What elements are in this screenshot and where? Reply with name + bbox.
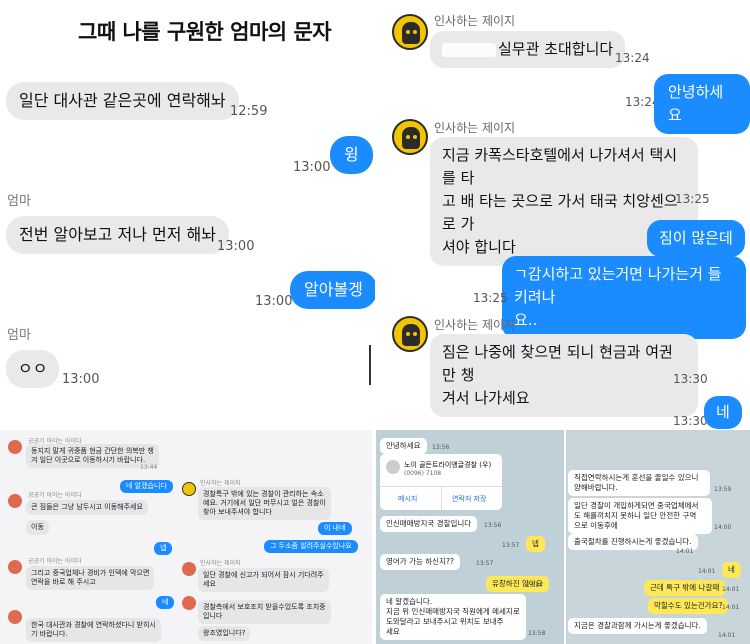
message-bubble: 동지지 말게 귀중품 현금 간단한 의복만 챙겨 일단 이곳으로 이동하시기 바… xyxy=(26,444,159,468)
contact-name: 노이 골든트라이앵글경찰 (우) xyxy=(404,461,492,469)
message-time: 13:44 xyxy=(140,464,158,471)
avatar xyxy=(8,560,22,574)
message-bubble: 그리고 중국업체나 경비가 인덱에 막으면 연락을 바로 해 주시고 xyxy=(26,566,155,590)
message-time: 13:57 xyxy=(502,542,520,549)
message-bubble: 넵 xyxy=(526,536,545,552)
chat-panel-jayji: 인사하는 제이지 실무관 초대합니다 13:24 13:24 안녕하세요 인사하… xyxy=(375,0,750,430)
message-time: 13:25 xyxy=(473,291,508,305)
message-bubble: 한국 대사관과 경찰에 연락하셨다니 받히시 기 바랍니다. xyxy=(26,618,161,642)
message-bubble: 네 xyxy=(704,396,742,429)
sender-name: 엄마 xyxy=(7,328,31,343)
message-bubble: 네 알겠습니다. 지금 위 인신매매방지국 직원에게 메세지로 도와달라고 보내주시… xyxy=(380,594,526,640)
message-bubble: 인신매매방지국 경찰입니다 xyxy=(380,516,478,532)
message-time: 13:00 xyxy=(255,294,293,309)
contact-avatar xyxy=(386,460,400,474)
message-time: 14:01 xyxy=(676,548,694,555)
avatar xyxy=(182,482,196,496)
avatar xyxy=(392,119,428,155)
message-bubble: 안녕하세요 xyxy=(380,438,427,454)
message-time: 12:59 xyxy=(230,104,268,119)
contact-card[interactable]: 노이 골든트라이앵글경찰 (우) (0096) 7108 메시지 연락처 저장 xyxy=(380,454,502,510)
message-time: 13:00 xyxy=(293,160,331,175)
message-bubble: 큰 짐들은 그냥 남두시고 이동해주세요 xyxy=(26,500,148,515)
message-bubble: 알아볼겡 xyxy=(290,271,375,309)
message-bubble: 왕조였입니다? xyxy=(198,626,251,641)
message-time: 13:56 xyxy=(432,444,450,451)
message-bubble: 그 두소좀 알려주실수있나요 xyxy=(264,540,358,553)
avatar xyxy=(182,596,196,610)
avatar xyxy=(392,14,428,50)
avatar xyxy=(8,440,22,454)
sender-name: 엄마 xyxy=(7,194,31,209)
message-time: 14:00 xyxy=(714,524,732,531)
message-time: 13:24 xyxy=(615,51,650,65)
message-bubble: 경찰특구 밖에 있는 경찰이 관리하는 속소 예요. 거기에서 일단 머무시고 얼… xyxy=(198,487,331,520)
message-bubble: 네 xyxy=(156,596,175,609)
message-time: 13:00 xyxy=(217,239,255,254)
message-time: 13:56 xyxy=(484,522,502,529)
avatar xyxy=(182,562,196,576)
message-bubble: 안녕하세요 xyxy=(654,74,750,134)
message-time: 13:57 xyxy=(476,560,494,567)
message-bubble: 짐은 나중에 찾으면 되니 현금과 여권만 챙 겨서 나가세요 xyxy=(430,334,698,417)
redacted-text xyxy=(442,42,496,57)
page-title: 그때 나를 구원한 엄마의 문자 xyxy=(78,20,332,44)
sender-name: 공공기 아이는 아이다 xyxy=(28,492,82,499)
message-bubble: ㄱ감시하고 있는거면 나가는거 들키려나 요.. xyxy=(502,256,746,339)
message-bubble: 일단 대사관 같은곳에 연락해놔 xyxy=(6,82,239,120)
scrollbar[interactable] xyxy=(369,345,371,385)
message-time: 13:59 xyxy=(714,486,732,493)
contact-number: (0096) 7108 xyxy=(404,470,442,477)
message-bubble: 실무관 초대합니다 xyxy=(430,31,626,68)
sender-name: 공공기 아이는 아이다 xyxy=(28,558,82,565)
message-bubble: 짐이 많은데 xyxy=(647,220,745,257)
message-time: 14:01 xyxy=(722,586,740,593)
avatar xyxy=(8,610,22,624)
message-bubble: 넵 xyxy=(154,542,173,555)
message-time: 13:58 xyxy=(528,630,546,637)
message-time: 14:01 xyxy=(718,632,736,639)
message-time: 14:01 xyxy=(698,568,716,575)
message-bubble: 네 xyxy=(722,562,741,578)
message-bubble: 윙 xyxy=(330,136,373,174)
chat-panel-mom: 그때 나를 구원한 엄마의 문자 일단 대사관 같은곳에 연락해놔 12:59 … xyxy=(0,0,375,430)
save-contact-button[interactable]: 연락처 저장 xyxy=(452,494,486,504)
avatar xyxy=(8,494,22,508)
message-time: 13:30 xyxy=(673,372,708,386)
message-time: 13:00 xyxy=(62,372,100,387)
message-bubble: 근데 특구 밖에 나갈때 xyxy=(644,580,726,596)
message-time: 13:30 xyxy=(673,414,708,428)
message-bubble: 막힐수도 있는건가요? xyxy=(648,598,729,614)
message-bubble: 직접연락하시는게 훈선을 줄일수 있으니 양해바랍니다. xyxy=(568,470,710,496)
sender-name: 인사하는 제이지 xyxy=(200,480,241,487)
sender-name: 인사하는 제이지 xyxy=(434,121,516,135)
screenshot-small-left: 공공기 아이는 아이다 동지지 말게 귀중품 현금 간단한 의복만 챙겨 일단 … xyxy=(0,430,372,644)
avatar xyxy=(392,316,428,352)
message-time: 13:57 xyxy=(526,582,544,589)
screenshot-small-right: 안녕하세요 13:56 노이 골든트라이앵글경찰 (우) (0096) 7108… xyxy=(376,430,750,644)
message-bubble: 네 알겠습니다 xyxy=(120,480,173,493)
sender-name: 인사하는 제이지 xyxy=(434,14,516,28)
message-bubble: ㅇㅇ xyxy=(6,350,60,388)
message-bubble: 영어가 가능 하신지?? xyxy=(380,554,460,570)
sender-name: 인사하는 제이지 xyxy=(200,560,241,567)
message-bubble: 이동 xyxy=(26,520,49,535)
message-bubble: 경찰측에서 보호조치 받을수있도록 조치중 입니다 xyxy=(198,600,331,624)
message-bubble: 일단 경찰에 신고가 되어서 잠시 기다려주 세요 xyxy=(198,568,329,592)
message-button[interactable]: 메시지 xyxy=(398,494,417,504)
message-bubble: 이 내네 xyxy=(318,522,352,535)
message-time: 13:25 xyxy=(675,192,710,206)
message-bubble: 일단 경찰이 개입하게되면 중국업체에서 도 해를끼치지 못하니 일단 안전한 구… xyxy=(568,498,712,534)
message-time: 14:01 xyxy=(722,604,740,611)
message-bubble: 지금은 경찰과함께 가시는게 좋겠습니다. xyxy=(568,618,707,634)
message-bubble: 전번 알아보고 저나 먼저 해놔 xyxy=(6,216,229,254)
sender-name: 인사하는 제이지 xyxy=(434,318,516,332)
